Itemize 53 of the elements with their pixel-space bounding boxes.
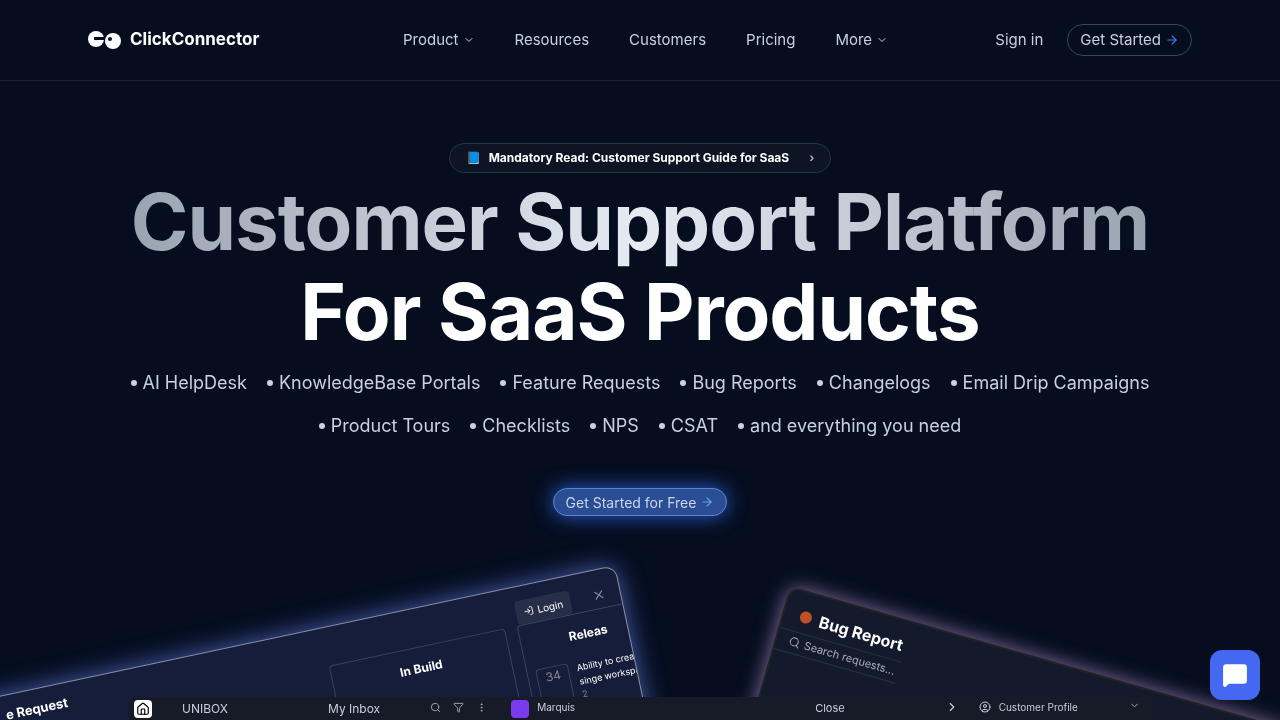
filter-icon[interactable]: [453, 702, 465, 713]
close-button[interactable]: Close: [815, 700, 845, 717]
bullet-icon: [500, 379, 507, 386]
chat-icon: [1222, 662, 1248, 688]
feature-item: Email Drip Campaigns: [962, 371, 1150, 395]
bullet-icon: [318, 422, 325, 429]
bullet-icon: [738, 422, 745, 429]
comment-count: 2: [580, 686, 590, 701]
feature-item: AI HelpDesk: [142, 371, 247, 395]
arrow-right-icon: [700, 495, 715, 509]
feature-item: NPS: [602, 414, 639, 438]
bug-icon: [798, 610, 814, 626]
feature-item: Product Tours: [330, 414, 451, 438]
bullet-icon: [680, 379, 687, 386]
hero-subtitle: For SaaS Products: [300, 267, 980, 357]
feature-item: Changelogs: [828, 371, 931, 395]
feature-item: Checklists: [482, 414, 571, 438]
bullet-icon: [658, 422, 665, 429]
nav-link[interactable]: Customers: [629, 28, 707, 52]
brand-name[interactable]: ClickConnector: [130, 27, 260, 53]
bullet-icon: [470, 422, 477, 429]
announcement-pill[interactable]: 📘 Mandatory Read: Customer Support Guide for SaaS ›: [448, 143, 832, 173]
bullet-icon: [590, 422, 597, 429]
nav-link[interactable]: Resources: [514, 28, 590, 52]
nav-link[interactable]: Pricing: [746, 28, 796, 52]
login-button[interactable]: Login: [513, 590, 574, 626]
bullet-icon: [816, 379, 823, 386]
sign-in-link[interactable]: Sign in: [995, 28, 1044, 52]
inbox-title: My Inbox: [328, 700, 381, 718]
feature-item: KnowledgeBase Portals: [278, 371, 481, 395]
chat-button[interactable]: [1210, 650, 1260, 700]
card-title: Ability to create singe workspac: [575, 647, 648, 688]
profile-icon: [978, 701, 991, 713]
search-icon[interactable]: [430, 702, 442, 713]
login-icon: [522, 605, 535, 617]
customer-profile-label: Customer Profile: [998, 700, 1078, 715]
home-icon[interactable]: [134, 700, 152, 718]
search-icon: [787, 635, 802, 651]
column-title: In Build: [398, 655, 445, 682]
nav-link[interactable]: More: [835, 28, 889, 52]
nav-link[interactable]: Product: [403, 28, 475, 52]
contact-avatar: [511, 700, 530, 718]
logo-icon: [88, 31, 122, 49]
bullet-icon: [950, 379, 957, 386]
bullet-icon: [266, 379, 273, 386]
feature-item: Bug Reports: [692, 371, 797, 395]
feature-item: Feature Requests: [512, 371, 661, 395]
get-started-free-button[interactable]: Get Started for Free: [552, 488, 728, 516]
bullet-icon: [130, 379, 137, 386]
app-name: UNIBOX: [182, 700, 228, 718]
feature-item: and everything you need: [750, 414, 962, 438]
feature-item: CSAT: [670, 414, 719, 438]
side-label: e Request: [4, 693, 70, 720]
